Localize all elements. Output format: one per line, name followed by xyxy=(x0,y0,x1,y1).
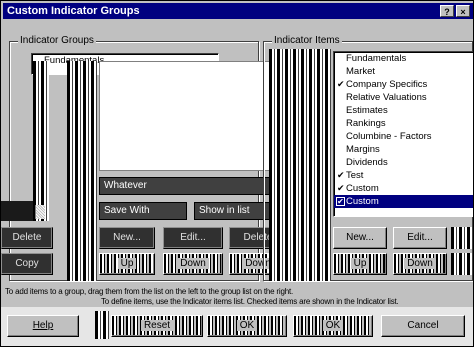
help-button[interactable]: Help xyxy=(7,315,79,337)
edit-item-button[interactable]: Edit... xyxy=(393,227,447,249)
down-group-button[interactable]: Down xyxy=(163,253,223,275)
render-artifact xyxy=(95,311,109,339)
list-item[interactable]: ✔ Custom xyxy=(334,182,473,195)
indicator-items-label: Indicator Items xyxy=(272,35,342,46)
save-with-field[interactable]: Save With xyxy=(99,202,187,220)
up-item-button[interactable]: Up xyxy=(333,253,387,275)
window-title: Custom Indicator Groups xyxy=(7,5,140,17)
custom-indicator-groups-dialog: Custom Indicator Groups ? × Indicator Gr… xyxy=(0,0,474,347)
render-artifact xyxy=(451,227,473,249)
list-item[interactable]: ✔ Test xyxy=(334,169,473,182)
check-icon: ✔ xyxy=(337,170,345,180)
list-item[interactable]: ✔ Company Specifics xyxy=(334,78,473,91)
list-item[interactable]: ✔ Custom xyxy=(334,195,473,208)
list-item[interactable]: Rankings xyxy=(334,117,473,130)
status-line-2: To define items, use the Indicator items… xyxy=(101,297,399,306)
up-group-button[interactable]: Up xyxy=(99,253,155,275)
selection-artifact xyxy=(1,201,33,221)
list-item[interactable]: Fundamentals xyxy=(334,52,473,65)
list-item[interactable]: Market xyxy=(334,65,473,78)
help-icon[interactable]: ? xyxy=(440,5,454,17)
new-item-button[interactable]: New... xyxy=(333,227,387,249)
scrollbar-thumb[interactable] xyxy=(35,205,45,219)
ok-alt-button[interactable]: OK xyxy=(293,315,373,337)
ok-button[interactable]: OK xyxy=(207,315,287,337)
title-bar: Custom Indicator Groups ? × xyxy=(3,3,473,19)
check-icon: ✔ xyxy=(337,183,345,193)
close-icon[interactable]: × xyxy=(456,5,470,17)
status-line-1: To add items to a group, drag them from … xyxy=(5,287,293,296)
cancel-button[interactable]: Cancel xyxy=(381,315,465,337)
check-icon: ✔ xyxy=(337,79,345,89)
reset-button[interactable]: Reset xyxy=(111,315,203,337)
scrollbar-artifact xyxy=(33,61,49,221)
list-item[interactable]: Margins xyxy=(334,143,473,156)
list-item[interactable]: Columbine - Factors xyxy=(334,130,473,143)
group-name-field[interactable]: Whatever xyxy=(99,177,289,195)
indicator-items-list[interactable]: Fundamentals Market ✔ Company Specifics … xyxy=(333,51,473,217)
copy-group-button[interactable]: Copy xyxy=(1,253,53,275)
list-item[interactable]: Dividends xyxy=(334,156,473,169)
new-group-button[interactable]: New... xyxy=(99,227,155,249)
delete-group-button[interactable]: Delete xyxy=(1,227,53,249)
list-item[interactable]: Estimates xyxy=(334,104,473,117)
list-item[interactable]: Relative Valuations xyxy=(334,91,473,104)
render-artifact xyxy=(451,253,473,275)
down-item-button[interactable]: Down xyxy=(393,253,447,275)
edit-group-button[interactable]: Edit... xyxy=(163,227,223,249)
render-artifact xyxy=(67,61,97,281)
groups-detail-pane xyxy=(99,61,287,171)
render-artifact xyxy=(269,49,331,281)
check-icon: ✔ xyxy=(336,197,345,206)
indicator-groups-label: Indicator Groups xyxy=(18,35,96,46)
